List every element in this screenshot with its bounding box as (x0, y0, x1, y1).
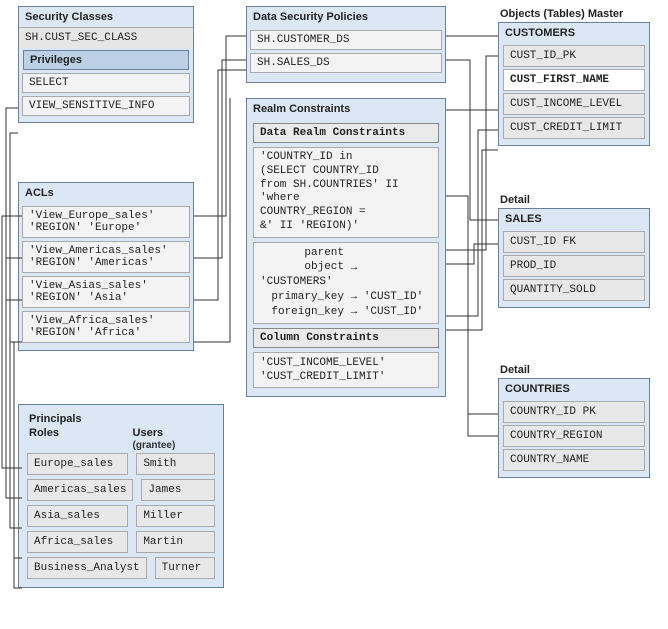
cust-col-2: CUST_FIRST_NAME (503, 69, 645, 91)
countries-title: COUNTRIES (499, 379, 649, 399)
cust-col-1: CUST_ID_PK (503, 45, 645, 67)
sales-col-3: QUANTITY_SOLD (503, 279, 645, 301)
countries-col-2: COUNTRY_REGION (503, 425, 645, 447)
sec-class-item: SH.CUST_SEC_CLASS (19, 27, 193, 48)
sales-title: SALES (499, 209, 649, 229)
policies-title: Data Security Policies (247, 7, 445, 27)
principals-title: Principals (23, 409, 219, 427)
realm-title: Realm Constraints (247, 99, 445, 119)
priv-view-sensitive: VIEW_SENSITIVE_INFO (22, 96, 190, 116)
role-business: Business_Analyst (27, 557, 147, 579)
acl-europe: 'View_Europe_sales''REGION' 'Europe' (22, 206, 190, 238)
data-realm-title: Data Realm Constraints (253, 123, 439, 143)
policy-customer: SH.CUSTOMER_DS (250, 30, 442, 50)
arrow-icon: → (351, 306, 358, 318)
countries-col-3: COUNTRY_NAME (503, 449, 645, 471)
privileges-title: Privileges (23, 50, 189, 70)
col-constraints: 'CUST_INCOME_LEVEL' 'CUST_CREDIT_LIMIT' (253, 352, 439, 389)
arrow-icon: → (351, 291, 358, 303)
cust-col-3: CUST_INCOME_LEVEL (503, 93, 645, 115)
users-header: Users(grantee) (131, 427, 219, 451)
countries-col-1: COUNTRY_ID PK (503, 401, 645, 423)
role-asia: Asia_sales (27, 505, 128, 527)
priv-select: SELECT (22, 73, 190, 93)
realm-keys: parent object → 'CUSTOMERS' primary_key … (253, 242, 439, 324)
customers-box: CUSTOMERS CUST_ID_PK CUST_FIRST_NAME CUS… (498, 22, 650, 146)
user-smith: Smith (136, 453, 215, 475)
realm-sql: 'COUNTRY_ID in (SELECT COUNTRY_ID from S… (253, 147, 439, 238)
role-europe: Europe_sales (27, 453, 128, 475)
user-miller: Miller (136, 505, 215, 527)
policy-sales: SH.SALES_DS (250, 53, 442, 73)
user-james: James (141, 479, 215, 501)
col-constraints-title: Column Constraints (253, 328, 439, 348)
customers-title: CUSTOMERS (499, 23, 649, 43)
policies-box: Data Security Policies SH.CUSTOMER_DS SH… (246, 6, 446, 83)
countries-box: COUNTRIES COUNTRY_ID PK COUNTRY_REGION C… (498, 378, 650, 478)
acls-title: ACLs (19, 183, 193, 203)
acl-americas: 'View_Americas_sales''REGION' 'Americas' (22, 241, 190, 273)
sales-box: SALES CUST_ID FK PROD_ID QUANTITY_SOLD (498, 208, 650, 308)
user-turner: Turner (155, 557, 215, 579)
acl-africa: 'View_Africa_sales''REGION' 'Africa' (22, 311, 190, 343)
user-martin: Martin (136, 531, 215, 553)
acl-asias: 'View_Asias_sales''REGION' 'Asia' (22, 276, 190, 308)
role-americas: Americas_sales (27, 479, 133, 501)
acls-box: ACLs 'View_Europe_sales''REGION' 'Europe… (18, 182, 194, 351)
sales-col-2: PROD_ID (503, 255, 645, 277)
principals-box: Principals Roles Users(grantee) Europe_s… (18, 404, 224, 588)
cust-col-4: CUST_CREDIT_LIMIT (503, 117, 645, 139)
role-africa: Africa_sales (27, 531, 128, 553)
roles-header: Roles (23, 427, 131, 451)
arrow-icon: → (351, 261, 358, 273)
security-classes-title: Security Classes (19, 7, 193, 27)
security-classes-box: Security Classes SH.CUST_SEC_CLASS Privi… (18, 6, 194, 123)
sales-col-1: CUST_ID FK (503, 231, 645, 253)
realm-box: Realm Constraints Data Realm Constraints… (246, 98, 446, 397)
